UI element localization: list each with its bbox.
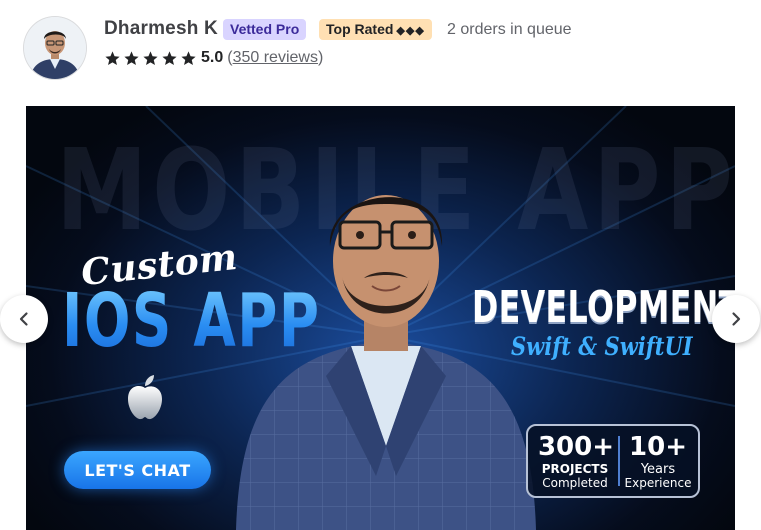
projects-sublabel: Completed <box>542 476 608 490</box>
chevron-right-icon <box>732 312 741 326</box>
star-icon <box>162 50 177 65</box>
apple-logo-icon <box>128 375 162 420</box>
next-slide-button[interactable] <box>712 295 760 343</box>
seller-name[interactable]: Dharmesh K <box>104 18 218 40</box>
orders-in-queue: 2 orders in queue <box>447 21 572 38</box>
previous-slide-button[interactable] <box>0 295 48 343</box>
star-icon <box>124 50 139 65</box>
star-icon <box>181 50 196 65</box>
years-sublabel: Experience <box>624 476 692 490</box>
stats-divider <box>618 436 620 486</box>
lets-chat-button[interactable]: LET'S CHAT <box>64 451 211 489</box>
swift-tagline: Swift & SwiftUI <box>511 332 693 361</box>
years-label: Years <box>640 462 676 477</box>
diamond-icon: ◆◆◆ <box>396 25 425 37</box>
rating-row: 5.0 (350 reviews) <box>104 48 323 68</box>
years-count: 10+ <box>629 432 687 462</box>
reviews-count: (350 reviews) <box>227 49 323 67</box>
projects-label: PROJECTS <box>541 462 609 476</box>
seller-avatar[interactable] <box>24 17 86 79</box>
stats-box: 300+ PROJECTS Completed 10+ Years Experi… <box>526 424 700 498</box>
star-icon <box>143 50 158 65</box>
development-heading: DEVELOPMENT <box>472 282 735 333</box>
reviews-close-paren: ) <box>317 49 324 66</box>
person-avatar-icon <box>24 17 86 79</box>
top-rated-label: Top Rated <box>326 21 394 37</box>
chevron-left-icon <box>19 312 28 326</box>
vetted-pro-badge: Vetted Pro <box>223 19 307 40</box>
star-icon <box>105 50 120 65</box>
projects-count: 300+ <box>537 432 615 462</box>
ios-app-heading: IOS APP <box>62 278 321 364</box>
rating-value: 5.0 <box>201 49 224 66</box>
reviews-link[interactable]: 350 reviews <box>233 49 318 66</box>
gig-gallery-image[interactable]: MOBILE APP Custom IOS APP LET'S CHAT DEV… <box>26 106 735 530</box>
star-rating <box>104 50 197 67</box>
top-rated-badge: Top Rated ◆◆◆ <box>319 19 432 40</box>
